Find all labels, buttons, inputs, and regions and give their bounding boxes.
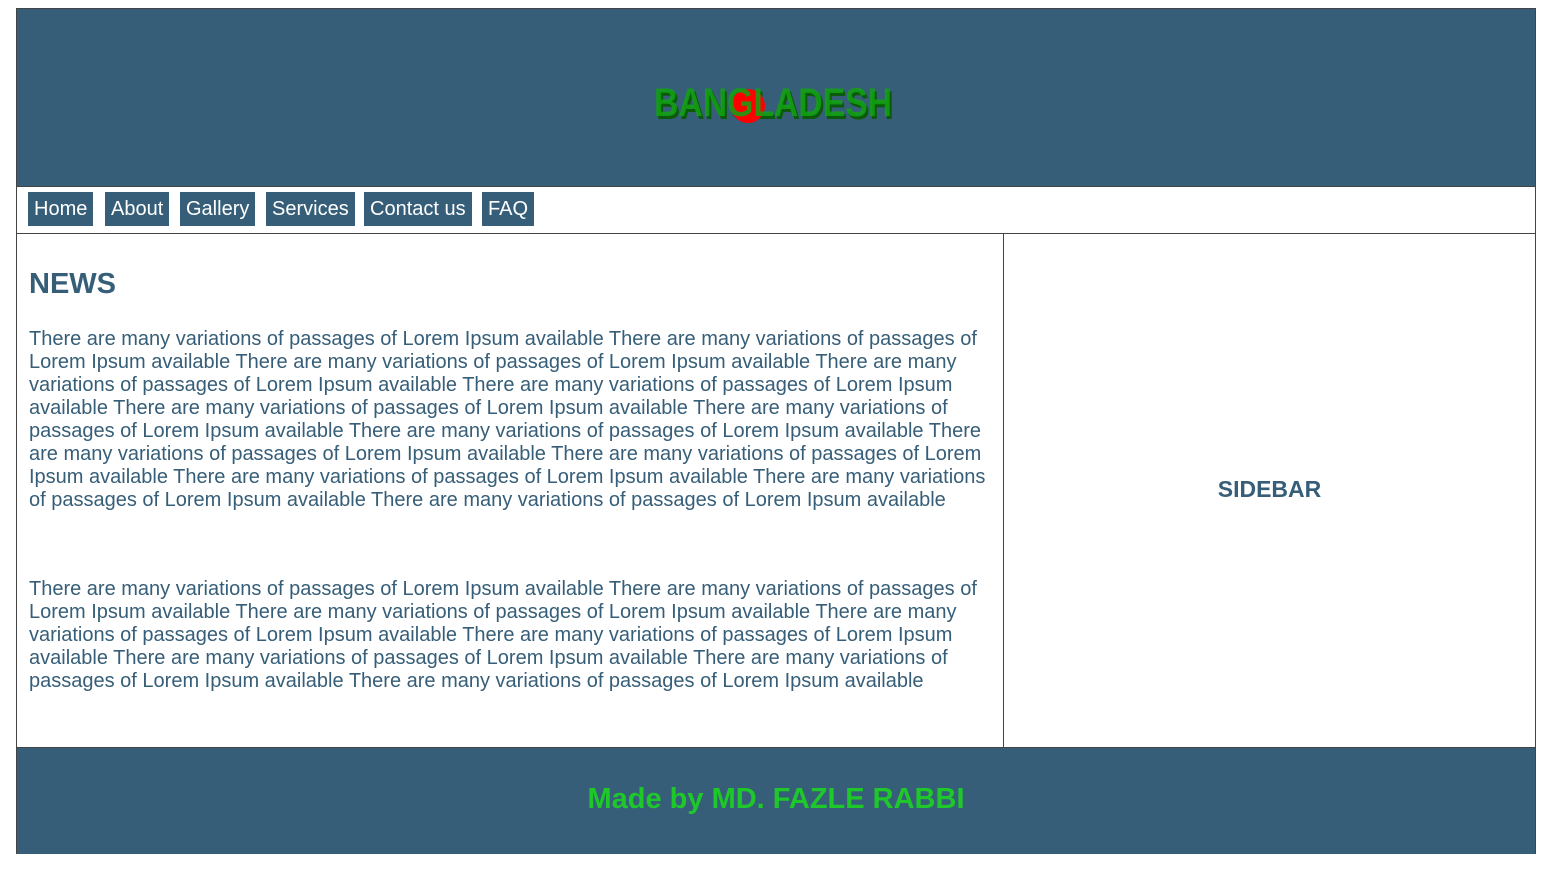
nav-about[interactable]: About (105, 192, 170, 226)
page-container: BANGLADESH BANGLADESH Home About Gallery… (16, 8, 1536, 854)
sidebar: SIDEBAR (1004, 234, 1535, 747)
footer: Made by MD. FAZLE RABBI (17, 747, 1535, 854)
svg-text:BANGLADESH: BANGLADESH (654, 81, 892, 125)
news-section: NEWS There are many variations of passag… (17, 234, 1004, 747)
news-paragraph: There are many variations of passages of… (29, 578, 977, 692)
bangladesh-logo: BANGLADESH BANGLADESH (654, 75, 899, 125)
news-title: NEWS (29, 268, 116, 300)
nav-home[interactable]: Home (28, 192, 94, 226)
news-paragraph: There are many variations of passages of… (29, 328, 986, 511)
footer-credit: Made by MD. FAZLE RABBI (587, 783, 965, 815)
nav-gallery[interactable]: Gallery (180, 192, 256, 226)
header: BANGLADESH BANGLADESH (17, 9, 1535, 187)
nav-faq[interactable]: FAQ (482, 192, 535, 226)
nav-services[interactable]: Services (266, 192, 355, 226)
sidebar-title: SIDEBAR (1217, 476, 1322, 502)
main-nav: Home About Gallery Services Contact us F… (17, 187, 1535, 234)
nav-contact-us[interactable]: Contact us (364, 192, 472, 226)
